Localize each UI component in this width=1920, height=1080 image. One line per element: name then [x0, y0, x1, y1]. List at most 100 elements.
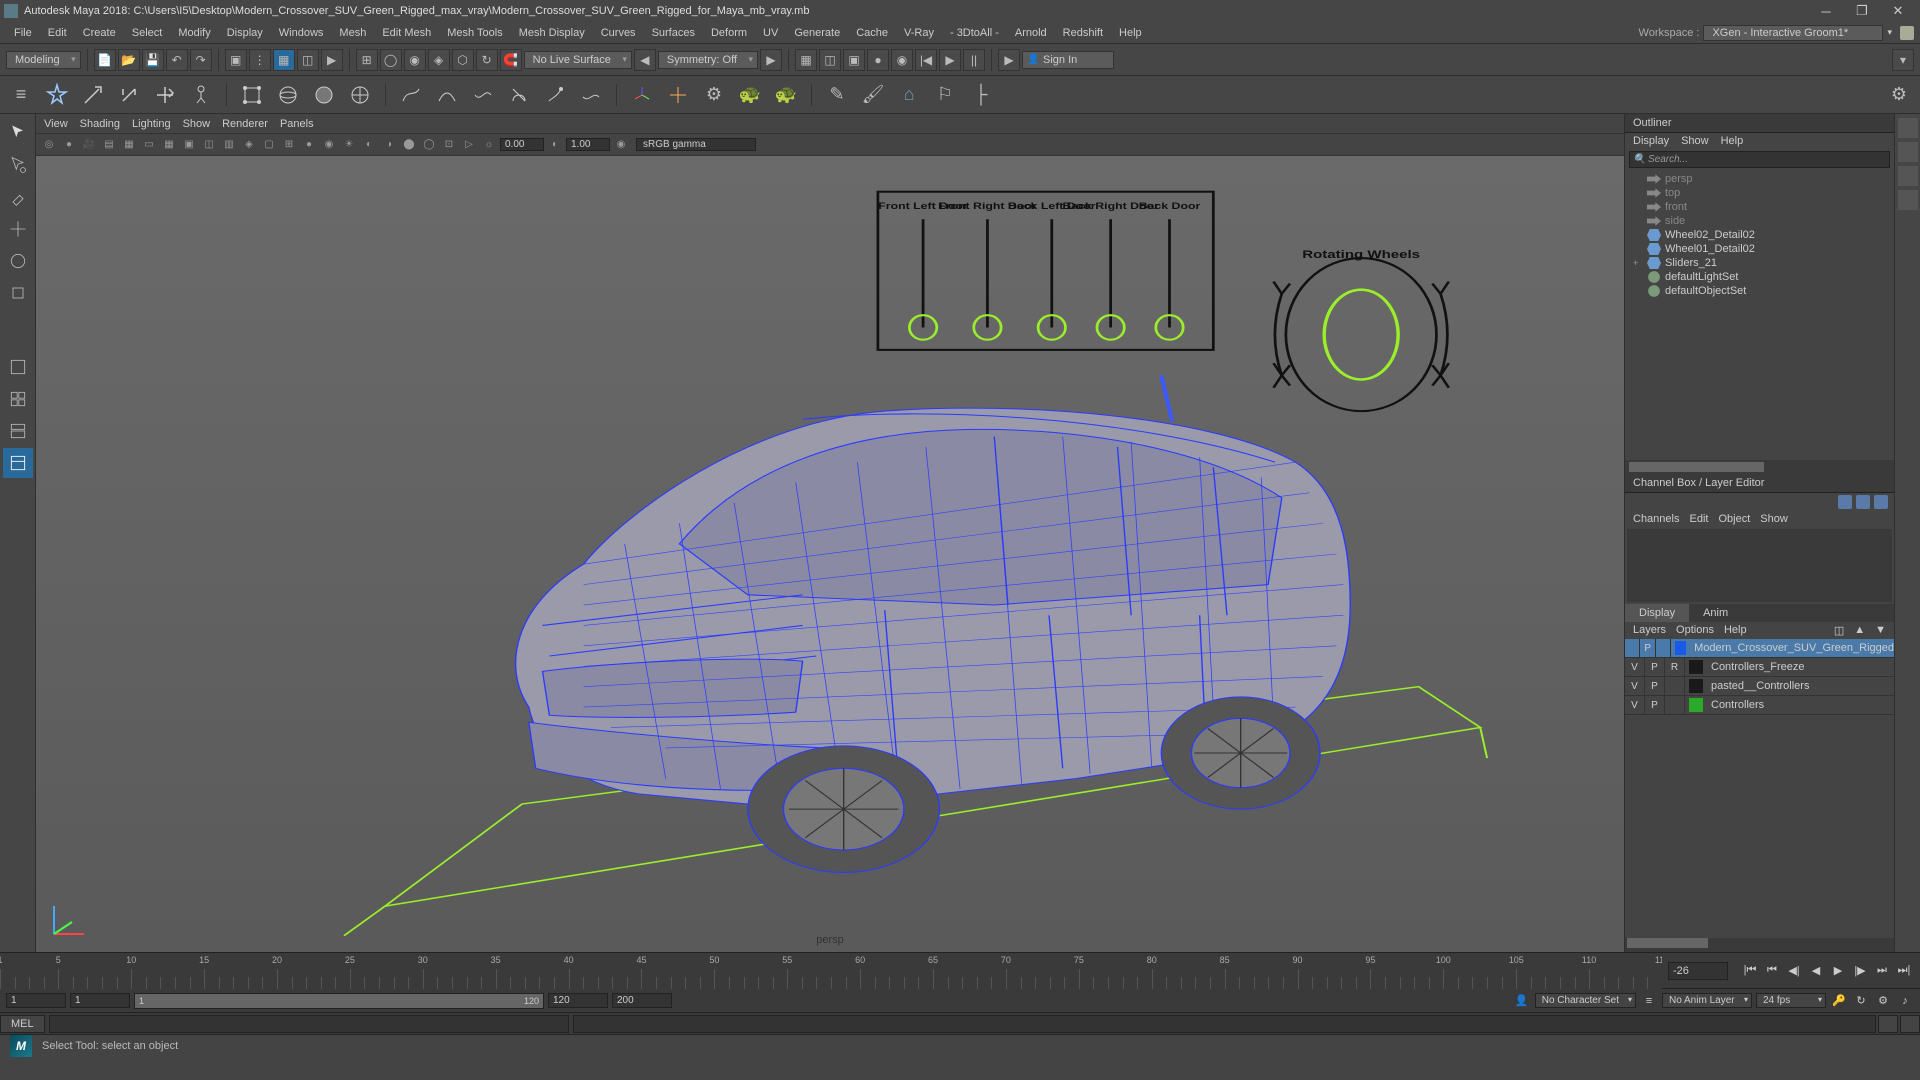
tab-display[interactable]: Display: [1625, 604, 1689, 622]
tree-icon[interactable]: ├: [966, 80, 996, 110]
curve-3-icon[interactable]: [468, 80, 498, 110]
menu-set-dropdown[interactable]: Modeling: [6, 51, 81, 69]
go-end-icon[interactable]: ⏭|: [1894, 961, 1914, 981]
live-magnet-icon[interactable]: 🧲: [500, 49, 522, 71]
scale-icon[interactable]: [150, 80, 180, 110]
vp-gate-mask-icon[interactable]: ▥: [220, 136, 238, 154]
step-back-icon[interactable]: ◀|: [1784, 961, 1804, 981]
shelf-collapse-icon[interactable]: ▾: [1892, 49, 1914, 71]
pref-icon[interactable]: ⚙: [1874, 992, 1892, 1010]
playblast-pause-icon[interactable]: ||: [963, 49, 985, 71]
select-face-icon[interactable]: ◫: [297, 49, 319, 71]
outliner-item[interactable]: persp: [1625, 172, 1894, 186]
save-scene-icon[interactable]: 💾: [142, 49, 164, 71]
cb-edit[interactable]: Edit: [1689, 513, 1708, 525]
vp-colorspace-dropdown[interactable]: sRGB gamma: [636, 138, 756, 151]
curve-5-icon[interactable]: [540, 80, 570, 110]
menu-arnold[interactable]: Arnold: [1007, 25, 1055, 41]
lock-icon[interactable]: [1900, 26, 1914, 40]
layer-row[interactable]: VPpasted__Controllers: [1625, 677, 1894, 696]
sphere2-icon[interactable]: [309, 80, 339, 110]
character-set-dropdown[interactable]: No Character Set: [1535, 993, 1636, 1008]
layer-scrollbar[interactable]: [1625, 938, 1894, 952]
menu-uv[interactable]: UV: [755, 25, 786, 41]
symmetry-dropdown[interactable]: Symmetry: Off: [658, 51, 758, 69]
vp-xray-icon[interactable]: ⊡: [440, 136, 458, 154]
range-start-field[interactable]: 1: [70, 993, 130, 1008]
menu-help[interactable]: Help: [1111, 25, 1150, 41]
script-editor-icon[interactable]: [1878, 1015, 1898, 1033]
layer-up-icon[interactable]: ▲: [1854, 624, 1865, 637]
viewport-3d[interactable]: Front Left Door Front Right Door Back Le…: [36, 156, 1624, 952]
vp-res-gate-icon[interactable]: ◫: [200, 136, 218, 154]
step-back-key-icon[interactable]: ⏮: [1762, 961, 1782, 981]
step-forward-key-icon[interactable]: ⏭: [1872, 961, 1892, 981]
animlayer-icon[interactable]: ≡: [1640, 992, 1658, 1010]
flag-icon[interactable]: ⚐: [930, 80, 960, 110]
outliner-item[interactable]: defaultLightSet: [1625, 270, 1894, 284]
layout-2-icon[interactable]: [3, 448, 33, 478]
fps-dropdown[interactable]: 24 fps: [1756, 993, 1826, 1008]
menu-curves[interactable]: Curves: [593, 25, 644, 41]
vp-safe-icon[interactable]: ▢: [260, 136, 278, 154]
vp-shading[interactable]: Shading: [80, 118, 120, 130]
curve-2-icon[interactable]: [432, 80, 462, 110]
layer-row[interactable]: VPRControllers_Freeze: [1625, 658, 1894, 677]
render-view-icon[interactable]: ◉: [891, 49, 913, 71]
select-vertex-icon[interactable]: ⋮: [249, 49, 271, 71]
playblast-play-icon[interactable]: ▶: [939, 49, 961, 71]
select-mode-icon[interactable]: ▣: [225, 49, 247, 71]
lasso-tool-icon[interactable]: [3, 150, 33, 180]
vp-shadow-icon[interactable]: ◐: [360, 136, 378, 154]
menu-file[interactable]: File: [6, 25, 40, 41]
modeling-toolkit-icon[interactable]: [1898, 118, 1918, 138]
menu-windows[interactable]: Windows: [271, 25, 332, 41]
sym-right-icon[interactable]: ▶: [760, 49, 782, 71]
four-view-icon[interactable]: [3, 384, 33, 414]
axis-icon[interactable]: [627, 80, 657, 110]
sphere-icon[interactable]: [273, 80, 303, 110]
cb-icon-2[interactable]: [1856, 495, 1870, 509]
scale-tool-icon[interactable]: [3, 278, 33, 308]
curve-6-icon[interactable]: [576, 80, 606, 110]
workspace-dropdown[interactable]: XGen - Interactive Groom1*: [1703, 25, 1883, 41]
menu-vray[interactable]: V-Ray: [896, 25, 942, 41]
shelf-menu-icon[interactable]: ≡: [6, 80, 36, 110]
menu-redshift[interactable]: Redshift: [1055, 25, 1111, 41]
anim-layer-dropdown[interactable]: No Anim Layer: [1662, 993, 1752, 1008]
hypershade-icon[interactable]: ●: [867, 49, 889, 71]
layer-down-icon[interactable]: ▼: [1875, 624, 1886, 637]
outliner-item[interactable]: side: [1625, 214, 1894, 228]
script-lang-dropdown[interactable]: MEL: [0, 1015, 45, 1033]
close-button[interactable]: ✕: [1880, 0, 1916, 22]
vp-lighting[interactable]: Lighting: [132, 118, 171, 130]
anim-start-field[interactable]: 1: [6, 993, 66, 1008]
menu-mesh[interactable]: Mesh: [331, 25, 374, 41]
vp-exposure-field[interactable]: 0.00: [500, 138, 544, 151]
house-icon[interactable]: ⌂: [894, 80, 924, 110]
vp-wire-icon[interactable]: ⊞: [280, 136, 298, 154]
turtle-1-icon[interactable]: 🐢: [735, 80, 765, 110]
layers-options[interactable]: Options: [1676, 624, 1714, 637]
channel-box-toggle-icon[interactable]: [1898, 190, 1918, 210]
globe-icon[interactable]: [345, 80, 375, 110]
move-icon[interactable]: [78, 80, 108, 110]
range-slider[interactable]: 1120: [134, 993, 544, 1009]
cross-icon[interactable]: [663, 80, 693, 110]
snap-curve-icon[interactable]: ◯: [380, 49, 402, 71]
go-start-icon[interactable]: |⏮: [1740, 961, 1760, 981]
layers-help[interactable]: Help: [1724, 624, 1747, 637]
cb-icon-3[interactable]: [1874, 495, 1888, 509]
cb-object[interactable]: Object: [1718, 513, 1750, 525]
vp-image-plane-icon[interactable]: ▦: [120, 136, 138, 154]
cb-show[interactable]: Show: [1760, 513, 1788, 525]
new-scene-icon[interactable]: 📄: [94, 49, 116, 71]
outliner-item[interactable]: Wheel02_Detail02: [1625, 228, 1894, 242]
vp-bookmark-icon[interactable]: ▤: [100, 136, 118, 154]
chevron-down-icon[interactable]: ▾: [1887, 27, 1892, 38]
lattice-icon[interactable]: [237, 80, 267, 110]
outliner-help[interactable]: Help: [1721, 135, 1744, 147]
vp-light-icon[interactable]: ☀: [340, 136, 358, 154]
vp-textured-icon[interactable]: ◉: [320, 136, 338, 154]
undo-icon[interactable]: ↶: [166, 49, 188, 71]
